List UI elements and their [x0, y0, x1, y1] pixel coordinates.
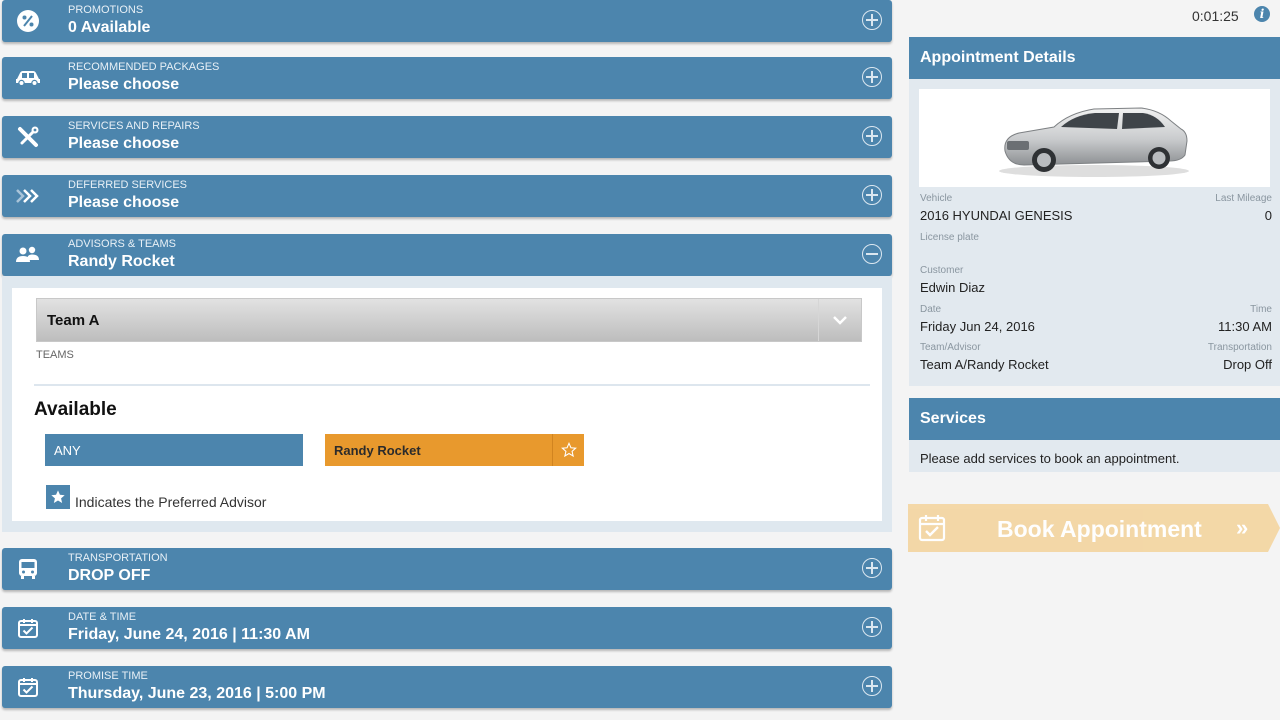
mileage-label: Last Mileage [1215, 193, 1272, 204]
chevron-down-icon[interactable] [818, 299, 861, 341]
preferred-star-icon[interactable] [552, 434, 584, 466]
advisor-randy-rocket-button[interactable]: Randy Rocket [325, 434, 552, 466]
calendar-icon [14, 615, 42, 641]
date-time-panel[interactable]: DATE & TIME Friday, June 24, 2016 | 11:3… [2, 607, 892, 649]
transportation-label: TRANSPORTATION [68, 552, 168, 564]
transportation-value: Drop Off [1223, 357, 1272, 372]
date-value: Friday Jun 24, 2016 [920, 319, 1035, 334]
expand-plus-icon[interactable] [862, 558, 882, 578]
advisors-teams-card: Team A TEAMS Available ANY Randy Rocket … [12, 288, 882, 521]
promise-time-value: Thursday, June 23, 2016 | 5:00 PM [68, 685, 326, 702]
license-plate-label: License plate [920, 232, 979, 243]
customer-label: Customer [920, 265, 964, 276]
advisors-teams-value: Randy Rocket [68, 253, 175, 270]
promise-time-panel[interactable]: PROMISE TIME Thursday, June 23, 2016 | 5… [2, 666, 892, 708]
calendar-check-icon [917, 513, 947, 548]
book-appointment-label: Book Appointment [997, 516, 1202, 542]
expand-plus-icon[interactable] [862, 10, 882, 30]
team-advisor-value: Team A/Randy Rocket [920, 357, 1049, 372]
transportation-value: DROP OFF [68, 567, 151, 584]
advisors-teams-content: Team A TEAMS Available ANY Randy Rocket … [2, 276, 892, 532]
appointment-details-card: Vehicle Last Mileage 2016 HYUNDAI GENESI… [909, 79, 1280, 386]
appointment-details-header: Appointment Details [909, 37, 1280, 79]
services-card: Please add services to book an appointme… [909, 440, 1280, 472]
deferred-services-value: Please choose [68, 194, 180, 211]
wrench-icon [14, 124, 42, 150]
divider [34, 384, 870, 386]
time-label: Time [1250, 304, 1272, 315]
info-icon[interactable]: i [1254, 6, 1270, 22]
vehicle-image [919, 89, 1270, 187]
vehicle-label: Vehicle [920, 193, 953, 204]
percent-icon [14, 8, 42, 34]
expand-plus-icon[interactable] [862, 67, 882, 87]
expand-plus-icon[interactable] [862, 676, 882, 696]
team-advisor-label: Team/Advisor [920, 342, 981, 353]
preferred-advisor-legend: Indicates the Preferred Advisor [75, 494, 267, 510]
deferred-services-label: DEFERRED SERVICES [68, 179, 187, 191]
services-repairs-value: Please choose [68, 135, 180, 152]
transportation-panel[interactable]: TRANSPORTATION DROP OFF [2, 548, 892, 590]
advisors-teams-panel[interactable]: ADVISORS & TEAMS Randy Rocket [2, 234, 892, 276]
any-advisor-button[interactable]: ANY [45, 434, 303, 466]
appointment-sections: PROMOTIONS 0 Available RECOMMENDED PACKA… [0, 0, 893, 720]
double-chevron-right-icon: » [1236, 515, 1249, 540]
deferred-services-panel[interactable]: DEFERRED SERVICES Please choose [2, 175, 892, 217]
car-icon [14, 65, 42, 91]
star-icon [46, 485, 70, 509]
services-repairs-panel[interactable]: SERVICES AND REPAIRS Please choose [2, 116, 892, 158]
services-message: Please add services to book an appointme… [920, 451, 1180, 466]
date-label: Date [920, 304, 942, 315]
appointment-sidebar: 0:01:25 i Appointment Details Vehicle La… [908, 0, 1280, 720]
collapse-minus-icon[interactable] [862, 244, 882, 264]
date-time-value: Friday, June 24, 2016 | 11:30 AM [68, 626, 310, 643]
teams-label: TEAMS [36, 349, 74, 361]
promotions-label: PROMOTIONS [68, 4, 144, 16]
session-timer: 0:01:25 [1192, 8, 1239, 24]
time-value: 11:30 AM [1218, 319, 1272, 334]
promotions-panel[interactable]: PROMOTIONS 0 Available [2, 0, 892, 42]
customer-value: Edwin Diaz [920, 280, 986, 295]
transportation-label: Transportation [1207, 342, 1272, 353]
book-appointment-button[interactable]: Book Appointment » [908, 504, 1280, 552]
calendar-icon [14, 674, 42, 700]
available-heading: Available [34, 399, 117, 420]
services-header: Services [909, 398, 1280, 440]
team-select[interactable]: Team A [36, 298, 862, 342]
people-icon [14, 242, 42, 268]
expand-plus-icon[interactable] [862, 126, 882, 146]
promotions-value: 0 Available [68, 19, 151, 36]
expand-plus-icon[interactable] [862, 617, 882, 637]
recommended-packages-label: RECOMMENDED PACKAGES [68, 61, 220, 73]
recommended-packages-value: Please choose [68, 76, 180, 93]
team-select-value: Team A [47, 312, 100, 329]
expand-plus-icon[interactable] [862, 185, 882, 205]
recommended-packages-panel[interactable]: RECOMMENDED PACKAGES Please choose [2, 57, 892, 99]
date-time-label: DATE & TIME [68, 611, 137, 623]
vehicle-value: 2016 HYUNDAI GENESIS [920, 208, 1073, 223]
mileage-value: 0 [1264, 208, 1272, 223]
double-chevron-icon [14, 183, 42, 209]
advisors-teams-label: ADVISORS & TEAMS [68, 238, 176, 250]
bus-icon [14, 556, 42, 582]
services-repairs-label: SERVICES AND REPAIRS [68, 120, 200, 132]
promise-time-label: PROMISE TIME [68, 670, 148, 682]
